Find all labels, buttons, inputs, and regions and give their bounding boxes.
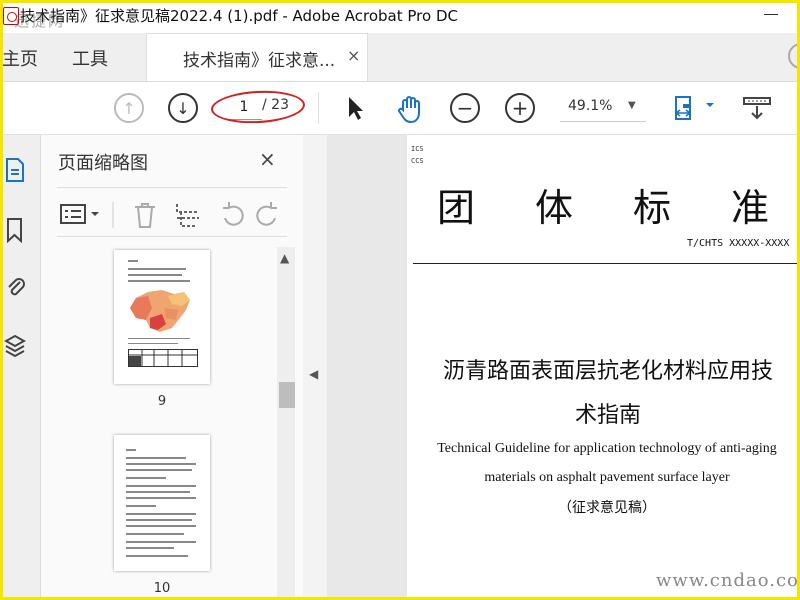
zoom-select[interactable]: 49.1% ▼ [560, 93, 646, 122]
scroll-thumb[interactable] [279, 382, 295, 408]
map-image [130, 290, 190, 332]
left-nav-strip [0, 135, 41, 600]
tab-close-button[interactable]: × [347, 46, 360, 65]
delete-icon[interactable] [135, 203, 155, 228]
thumbnail-scrollbar[interactable]: ▲ [277, 247, 295, 600]
draft-label: （征求意见稿） [558, 500, 656, 516]
window-title: 技术指南》征求意见稿2022.4 (1).pdf - Adobe Acrobat… [20, 7, 458, 25]
chevron-left-icon: ◀ [309, 367, 319, 381]
thumbnail-page-10[interactable] [114, 435, 210, 571]
zoom-value: 49.1% [568, 98, 613, 114]
scan-icon[interactable] [742, 93, 772, 123]
chinese-title-line1: 沥青路面表面层抗老化材料应用技 [442, 359, 773, 384]
ics-ccs-codes: ICS CCS [411, 145, 424, 165]
toolbar: ↑ ↓ / 23 − + 49.1% ▼ [0, 82, 800, 135]
panel-divider [57, 187, 287, 188]
tab-tools[interactable]: 工具 [72, 45, 108, 71]
next-page-icon[interactable]: ↓ [168, 93, 198, 123]
title-bar: 技术指南》征求意见稿2022.4 (1).pdf - Adobe Acrobat… [0, 0, 800, 33]
tab-document[interactable]: 技术指南》征求意... × [146, 33, 368, 81]
thumbnails-panel: 页面缩略图 × 9 10 ▲ [41, 135, 304, 600]
rotate-right-icon[interactable] [256, 202, 277, 226]
standard-number: T/CHTS XXXXX-XXXX [687, 238, 790, 249]
panel-toolbar [57, 198, 287, 232]
prev-page-icon[interactable]: ↑ [114, 93, 144, 123]
rotate-left-icon[interactable] [223, 202, 244, 226]
toolbar-separator [318, 92, 319, 124]
attachment-icon[interactable] [4, 273, 26, 299]
bookmark-icon[interactable] [4, 217, 26, 244]
panel-divider [57, 236, 287, 237]
options-icon[interactable] [60, 204, 99, 224]
table-image [128, 349, 198, 367]
document-page: ICS CCS 团 体 标 准 T/CHTS XXXXX-XXXX 沥青路面表面… [407, 135, 800, 600]
select-cursor-icon[interactable] [340, 93, 370, 123]
account-button[interactable] [788, 43, 800, 69]
panel-collapse-handle[interactable]: ◀ [303, 135, 327, 600]
thumbnail-page-9[interactable] [114, 250, 210, 384]
panel-title: 页面缩略图 [58, 153, 148, 174]
tab-home[interactable]: 主页 [2, 45, 38, 71]
minimize-button[interactable] [764, 14, 778, 15]
zoom-in-icon[interactable]: + [505, 93, 535, 123]
hand-tool-icon[interactable] [395, 93, 425, 124]
english-title-line1: Technical Guideline for application tech… [437, 441, 777, 456]
panel-close-button[interactable]: × [259, 147, 276, 171]
title-rule [413, 263, 800, 264]
layers-icon[interactable] [3, 333, 27, 359]
watermark-top-left: 迅捷网 [14, 12, 66, 30]
document-area: ICS CCS 团 体 标 准 T/CHTS XXXXX-XXXX 沥青路面表面… [327, 135, 800, 600]
english-title-line2: materials on asphalt pavement surface la… [484, 470, 730, 485]
watermark-bottom-right: www.cndao.com [656, 570, 800, 591]
scroll-up-icon[interactable]: ▲ [280, 251, 289, 265]
thumbnail-label: 9 [157, 394, 167, 409]
zoom-out-icon[interactable]: − [450, 93, 480, 123]
chinese-title-line2: 术指南 [574, 403, 641, 428]
tab-document-label: 技术指南》征求意... [183, 51, 336, 71]
tab-bar: 主页 工具 技术指南》征求意... × [0, 33, 800, 82]
extract-icon[interactable] [176, 204, 199, 227]
red-highlight-ellipse [210, 88, 306, 126]
pages-panel-icon[interactable] [4, 157, 26, 183]
chevron-down-icon: ▼ [628, 100, 636, 111]
fit-page-icon[interactable] [672, 93, 716, 123]
thumbnail-label: 10 [153, 581, 171, 596]
